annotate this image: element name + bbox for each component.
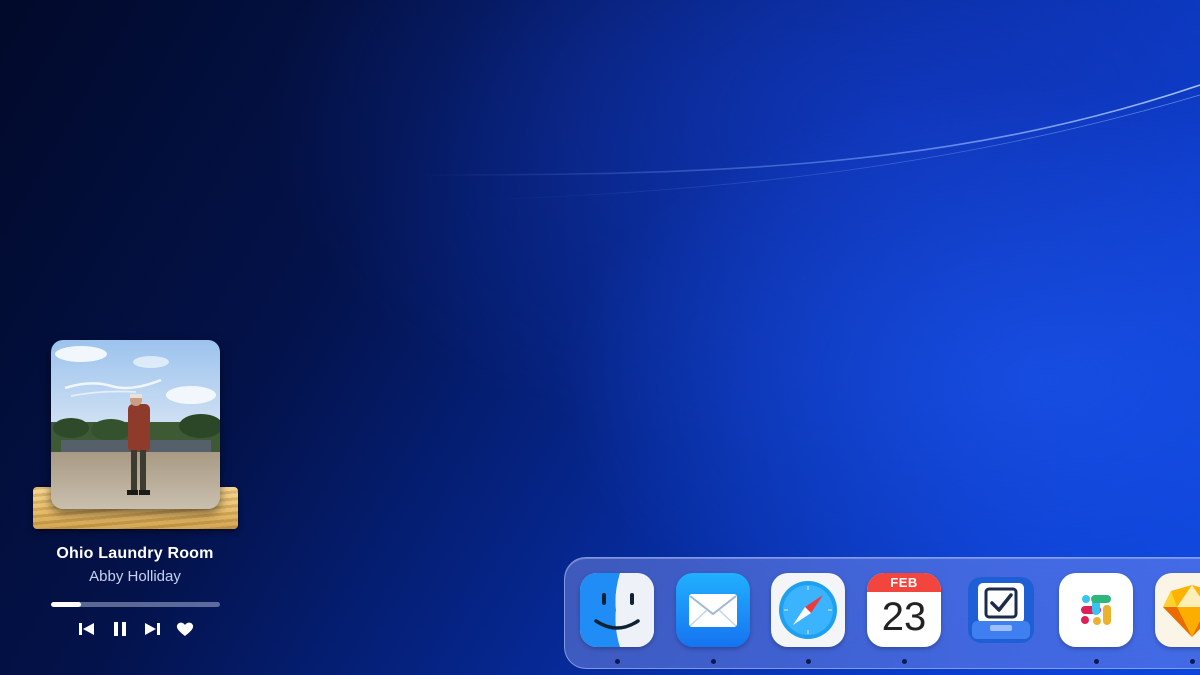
progress-fill <box>51 602 82 607</box>
next-track-button[interactable] <box>141 618 163 640</box>
running-indicator <box>902 659 907 664</box>
calendar-icon: FEB 23 <box>867 573 941 647</box>
previous-icon <box>79 623 94 635</box>
sketch-diamond-icon <box>1155 573 1200 647</box>
dock-item-calendar[interactable]: FEB 23 <box>867 573 941 647</box>
track-title: Ohio Laundry Room <box>56 545 214 562</box>
running-indicator <box>1094 659 1099 664</box>
running-indicator <box>1190 659 1195 664</box>
heart-icon <box>176 622 194 636</box>
pause-button[interactable] <box>109 618 131 640</box>
checkbox-tray-icon <box>964 573 1038 647</box>
calendar-month: FEB <box>867 573 941 592</box>
dock-item-sketch[interactable] <box>1155 573 1200 647</box>
slack-icon <box>1059 573 1133 647</box>
calendar-day: 23 <box>881 595 927 639</box>
dock-item-slack[interactable] <box>1059 573 1133 647</box>
dock-item-safari[interactable] <box>771 573 845 647</box>
dock-item-finder[interactable] <box>580 573 654 647</box>
album-artwork[interactable] <box>51 340 220 509</box>
safari-icon <box>771 573 845 647</box>
track-artist: Abby Holliday <box>89 568 181 585</box>
pause-icon <box>113 622 126 636</box>
playback-progress-bar[interactable] <box>51 602 220 607</box>
dock-item-task-manager[interactable] <box>964 573 1038 647</box>
mail-icon <box>676 573 750 647</box>
favorite-button[interactable] <box>174 618 196 640</box>
running-indicator <box>806 659 811 664</box>
dock: FEB 23 <box>564 557 1200 669</box>
playback-controls <box>76 618 196 640</box>
finder-icon <box>580 573 654 647</box>
previous-track-button[interactable] <box>76 618 98 640</box>
running-indicator <box>711 659 716 664</box>
running-indicator <box>615 659 620 664</box>
next-icon <box>145 623 161 635</box>
dock-item-mail[interactable] <box>676 573 750 647</box>
